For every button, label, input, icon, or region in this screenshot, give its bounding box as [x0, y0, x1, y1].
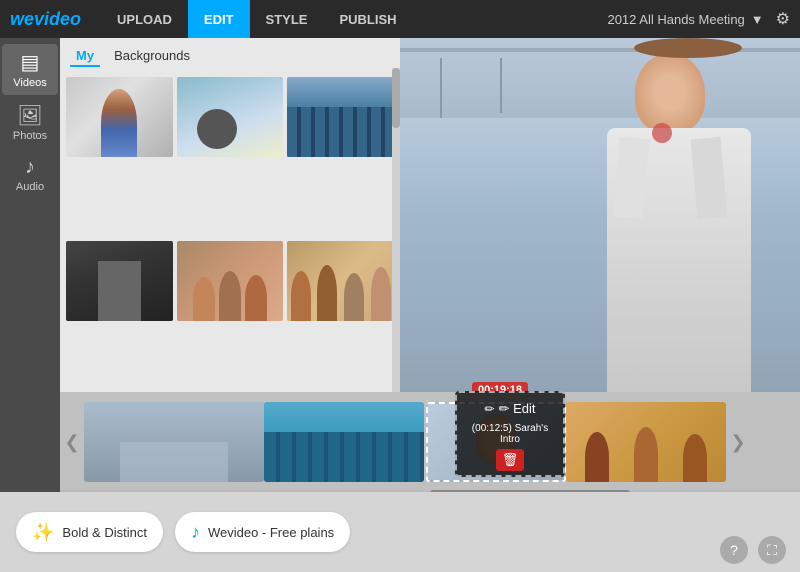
music-label: Wevideo - Free plains: [208, 525, 334, 540]
logo-video: video: [34, 9, 81, 29]
media-thumb-6[interactable]: [287, 241, 394, 321]
sidebar-item-videos[interactable]: ▤ Videos: [2, 44, 58, 95]
media-scrollbar-thumb[interactable]: [392, 68, 400, 128]
publish-nav-button[interactable]: PUBLISH: [323, 0, 412, 38]
pencil-icon: ✏: [485, 402, 495, 416]
music-icon: ♪: [191, 522, 200, 543]
timeline-left-arrow[interactable]: ❮: [60, 402, 84, 482]
help-button[interactable]: ?: [720, 536, 748, 564]
media-thumb-5[interactable]: [177, 241, 284, 321]
style-nav-button[interactable]: STYLE: [250, 0, 324, 38]
bottom-bar: ✨ Bold & Distinct ♪ Wevideo - Free plain…: [0, 492, 800, 572]
timeline-clip-2[interactable]: [264, 402, 424, 482]
style-label: Bold & Distinct: [62, 525, 147, 540]
logo: wevideo: [10, 9, 81, 30]
tab-backgrounds[interactable]: Backgrounds: [108, 46, 196, 67]
upload-nav-button[interactable]: UPLOAD: [101, 0, 188, 38]
logo-we: we: [10, 9, 34, 29]
media-thumb-4[interactable]: [66, 241, 173, 321]
clip-label: (00:12:5) Sarah's Intro: [461, 423, 559, 445]
sidebar-item-audio[interactable]: ♪ Audio: [2, 150, 58, 199]
style-pill[interactable]: ✨ Bold & Distinct: [16, 512, 163, 552]
settings-button[interactable]: ⚙: [776, 9, 790, 29]
trash-icon: 🗑: [502, 452, 519, 468]
fullscreen-icon: ⛶: [767, 542, 777, 559]
fullscreen-button[interactable]: ⛶: [758, 536, 786, 564]
edit-popup: ✏ ✏ Edit (00:12:5) Sarah's Intro 🗑: [455, 391, 565, 477]
photos-icon: 🖼: [6, 103, 54, 128]
videos-icon: ▤: [6, 50, 54, 75]
music-pill[interactable]: ♪ Wevideo - Free plains: [175, 512, 350, 552]
audio-icon: ♪: [6, 156, 54, 179]
edit-nav-button[interactable]: EDIT: [188, 0, 250, 38]
top-navigation: wevideo UPLOAD EDIT STYLE PUBLISH 2012 A…: [0, 0, 800, 38]
sidebar-item-photos[interactable]: 🖼 Photos: [2, 97, 58, 148]
question-icon: ?: [730, 542, 738, 558]
timeline-clip-4[interactable]: [566, 402, 726, 482]
tab-my[interactable]: My: [70, 46, 100, 67]
timeline-clip-1[interactable]: [84, 402, 264, 482]
media-thumb-3[interactable]: [287, 77, 394, 157]
timeline-right-arrow[interactable]: ❯: [726, 402, 750, 482]
bottom-right-icons: ? ⛶: [720, 536, 786, 564]
media-thumb-1[interactable]: [66, 77, 173, 157]
timeline-area: ❮ ❯: [60, 392, 800, 492]
media-tabs: My Backgrounds: [60, 38, 400, 71]
delete-clip-button[interactable]: 🗑: [496, 449, 524, 471]
project-title: 2012 All Hands Meeting ▼: [607, 12, 763, 27]
media-thumb-2[interactable]: [177, 77, 284, 157]
wand-icon: ✨: [32, 522, 54, 543]
edit-clip-button[interactable]: ✏ ✏ Edit: [481, 397, 540, 421]
